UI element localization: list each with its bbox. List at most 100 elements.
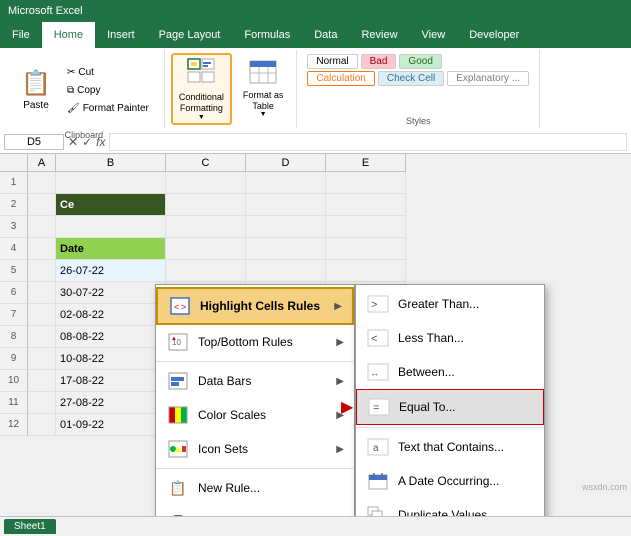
submenu-dateoccurring-label: A Date Occurring... (398, 474, 499, 488)
copy-button[interactable]: ⧉ Copy (62, 82, 154, 99)
conditional-formatting-button[interactable]: ConditionalFormatting ▼ (171, 53, 232, 125)
dropdown-overlay: < > Highlight Cells Rules ▶ 10 ▲ (155, 284, 355, 516)
col-header-row: A B C D E (0, 154, 631, 172)
styles-label: Styles (406, 114, 431, 126)
submenu-textcontains-label: Text that Contains... (398, 440, 504, 454)
textcontains-icon: a (366, 435, 390, 459)
equalto-icon: = (367, 395, 391, 419)
menu-item-newrule[interactable]: 📋 New Rule... (156, 471, 354, 505)
col-header-b[interactable]: B (56, 154, 166, 172)
menu-item-databars[interactable]: Data Bars ▶ (156, 364, 354, 398)
tab-data[interactable]: Data (302, 22, 349, 48)
table-row: 5 26-07-22 (0, 260, 631, 282)
ribbon-content: 📋 Paste ✂ Cut ⧉ Copy 🖌 Format Painter Cl… (0, 48, 631, 130)
col-header-c[interactable]: C (166, 154, 246, 172)
tab-view[interactable]: View (410, 22, 458, 48)
format-table-arrow: ▼ (260, 111, 267, 118)
menu-item-clearrules[interactable]: 🗑 Clear Rules ▶ (156, 505, 354, 516)
menu-item-iconsets[interactable]: Icon Sets ▶ (156, 432, 354, 466)
lessthan-icon: < (366, 326, 390, 350)
cf-arrow: ▼ (198, 114, 205, 121)
submenu: > Greater Than... < Less Than... (355, 284, 545, 516)
tab-home[interactable]: Home (42, 22, 95, 48)
style-bad[interactable]: Bad (361, 54, 397, 69)
clipboard-group: 📋 Paste ✂ Cut ⧉ Copy 🖌 Format Painter Cl… (4, 50, 165, 128)
submenu-sep (356, 427, 544, 428)
styles-group: Normal Bad Good Calculation Check Cell E… (297, 50, 540, 128)
tab-insert[interactable]: Insert (95, 22, 147, 48)
tab-file[interactable]: File (0, 22, 42, 48)
newrule-icon: 📋 (166, 476, 190, 500)
sheet-tab-bar: Sheet1 (0, 516, 631, 536)
paste-label: Paste (23, 100, 49, 111)
topbottom-arrow: ▶ (336, 337, 344, 348)
submenu-greaterthan-label: Greater Than... (398, 297, 479, 311)
paste-area: 📋 Paste ✂ Cut ⧉ Copy 🖌 Format Painter (10, 52, 158, 128)
submenu-lessthan-label: Less Than... (398, 331, 464, 345)
menu-item-topbottom[interactable]: 10 ▲ Top/Bottom Rules ▶ (156, 325, 354, 359)
table-row: 3 (0, 216, 631, 238)
clipboard-label: Clipboard (65, 128, 104, 140)
cut-button[interactable]: ✂ Cut (62, 64, 154, 81)
style-check-cell[interactable]: Check Cell (378, 71, 444, 86)
style-calculation[interactable]: Calculation (307, 71, 374, 86)
tab-formulas[interactable]: Formulas (232, 22, 302, 48)
col-header-d[interactable]: D (246, 154, 326, 172)
svg-text:▲: ▲ (171, 336, 177, 342)
format-painter-label: Format Painter (83, 103, 149, 114)
colorscales-icon (166, 403, 190, 427)
between-icon: ↔ (366, 360, 390, 384)
svg-text:<: < (371, 333, 377, 345)
tab-developer[interactable]: Developer (457, 22, 531, 48)
submenu-between-label: Between... (398, 365, 455, 379)
ribbon-tabs: File Home Insert Page Layout Formulas Da… (0, 22, 631, 48)
iconsets-icon (166, 437, 190, 461)
svg-text:a: a (373, 443, 379, 454)
col-header-empty (0, 154, 28, 172)
menu-item-colorscales[interactable]: Color Scales ▶ (156, 398, 354, 432)
menu-databars-label: Data Bars (198, 374, 251, 388)
style-explanatory[interactable]: Explanatory ... (447, 71, 529, 86)
format-as-table-button[interactable]: Format asTable ▼ (236, 53, 291, 125)
menu-item-highlight[interactable]: < > Highlight Cells Rules ▶ (156, 287, 354, 325)
highlight-arrow: ▶ (334, 301, 342, 312)
cell-styles: Normal Bad Good Calculation Check Cell E… (303, 52, 533, 88)
spreadsheet-area: A B C D E 1 2 Ce (0, 154, 631, 516)
col-header-e[interactable]: E (326, 154, 406, 172)
main-area: A B C D E 1 2 Ce (0, 154, 631, 536)
submenu-item-textcontains[interactable]: a Text that Contains... (356, 430, 544, 464)
col-header-a[interactable]: A (28, 154, 56, 172)
databars-icon (166, 369, 190, 393)
submenu-item-greaterthan[interactable]: > Greater Than... (356, 287, 544, 321)
tab-page-layout[interactable]: Page Layout (147, 22, 233, 48)
copy-icon: ⧉ (67, 85, 74, 96)
dropdown-menu: < > Highlight Cells Rules ▶ 10 ▲ (155, 284, 355, 516)
sheet-tab-sheet1[interactable]: Sheet1 (4, 519, 56, 534)
menu-topbottom-label: Top/Bottom Rules (198, 335, 293, 349)
copy-label: Copy (77, 85, 100, 96)
styles-row2: Calculation Check Cell Explanatory ... (307, 71, 529, 86)
submenu-item-dateoccurring[interactable]: A Date Occurring... (356, 464, 544, 498)
red-arrow: ▶ (341, 397, 353, 417)
paste-button[interactable]: 📋 Paste (14, 54, 58, 126)
submenu-item-lessthan[interactable]: < Less Than... (356, 321, 544, 355)
greaterthan-icon: > (366, 292, 390, 316)
style-good[interactable]: Good (399, 54, 441, 69)
cf-label: ConditionalFormatting (179, 92, 224, 114)
format-painter-button[interactable]: 🖌 Format Painter (62, 100, 154, 117)
submenu-item-between[interactable]: ↔ Between... (356, 355, 544, 389)
cf-icon (186, 57, 216, 92)
table-row: 1 (0, 172, 631, 194)
submenu-item-duplicatevalues[interactable]: Duplicate Values... (356, 498, 544, 516)
submenu-item-equalto[interactable]: = Equal To... ▶ (356, 389, 544, 425)
tab-review[interactable]: Review (349, 22, 409, 48)
formula-input[interactable] (109, 133, 627, 151)
duplicatevalues-icon (366, 503, 390, 516)
submenu-duplicatevalues-label: Duplicate Values... (398, 508, 497, 516)
styles-row1: Normal Bad Good (307, 54, 529, 69)
menu-newrule-label: New Rule... (198, 481, 260, 495)
style-normal[interactable]: Normal (307, 54, 357, 69)
iconsets-arrow: ▶ (336, 444, 344, 455)
name-box[interactable]: D5 (4, 134, 64, 150)
topbottom-icon: 10 ▲ (166, 330, 190, 354)
